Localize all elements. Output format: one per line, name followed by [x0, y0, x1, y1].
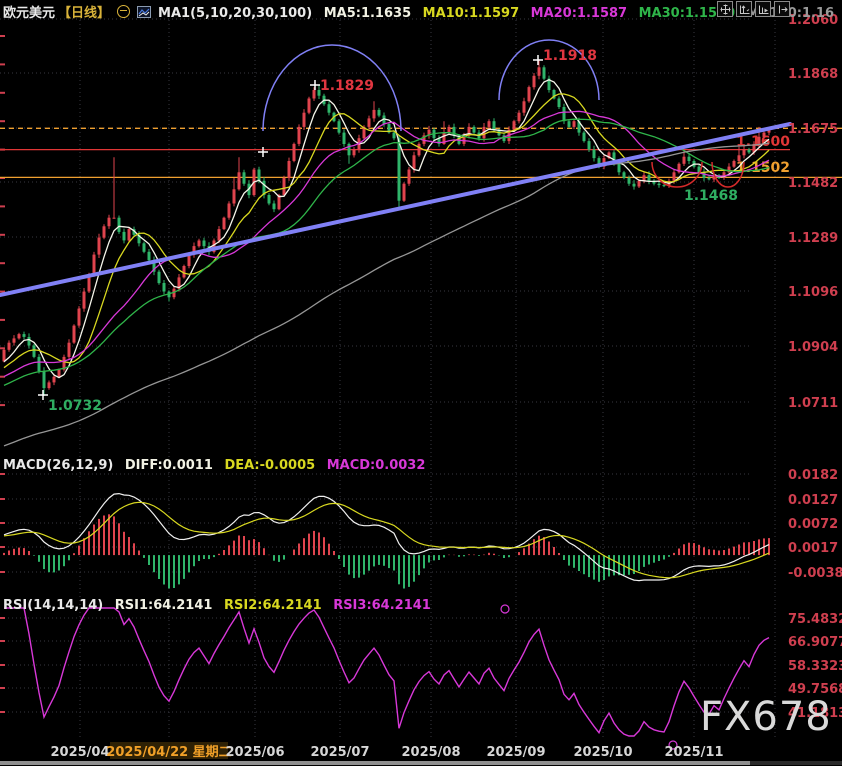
axis-play-right-icon[interactable] [755, 1, 771, 17]
macd-diff-value: DIFF:0.0011 [125, 458, 213, 473]
rsi-panel [4, 608, 769, 736]
svg-text:66.9077: 66.9077 [788, 635, 842, 650]
macd-header: MACD(26,12,9) DIFF:0.0011 DEA:-0.0005 MA… [3, 458, 432, 473]
period-label[interactable]: 【日线】 [58, 6, 110, 21]
scrollbar-thumb[interactable] [0, 761, 750, 765]
fx678-watermark: FX678 [700, 694, 832, 740]
svg-text:2025/07: 2025/07 [310, 745, 369, 760]
svg-text:75.4832: 75.4832 [788, 612, 842, 627]
collapse-icon[interactable] [117, 5, 130, 18]
svg-text:2025/09: 2025/09 [486, 745, 545, 760]
shift-right-icon[interactable] [774, 1, 790, 17]
rsi1-value: RSI1:64.2141 [115, 598, 213, 613]
svg-text:2025/06: 2025/06 [225, 745, 284, 760]
svg-text:2025/08: 2025/08 [401, 745, 460, 760]
svg-text:1.1918: 1.1918 [543, 48, 597, 64]
symbol-name: 欧元美元 [3, 6, 55, 21]
svg-text:-0.0038: -0.0038 [788, 566, 842, 581]
drawing-tools-layer[interactable] [0, 40, 790, 749]
x-axis-labels: 2025/042025/04/22 星期二2025/06 2025/07 2025/… [50, 742, 723, 760]
svg-text:1.0904: 1.0904 [788, 340, 838, 355]
macd-panel [4, 494, 769, 589]
rsi3-value: RSI3:64.2141 [333, 598, 431, 613]
svg-text:1.1468: 1.1468 [684, 188, 738, 204]
svg-text:0.0017: 0.0017 [788, 541, 838, 556]
svg-text:0.0072: 0.0072 [788, 517, 838, 532]
macd-dea-value: DEA:-0.0005 [224, 458, 315, 473]
svg-text:2025/11: 2025/11 [664, 745, 723, 760]
chart-type-icon[interactable] [137, 6, 151, 22]
axis-zoom-up-icon[interactable] [736, 1, 752, 17]
drawing-anchor [501, 605, 509, 613]
rsi2-value: RSI2:64.2141 [224, 598, 322, 613]
horizontal-scrollbar [0, 761, 842, 765]
svg-text:0.0127: 0.0127 [788, 493, 838, 508]
svg-text:58.3323: 58.3323 [788, 659, 842, 674]
svg-text:1.1096: 1.1096 [788, 285, 838, 300]
svg-text:1.1289: 1.1289 [788, 231, 838, 246]
crosshair-move-icon[interactable] [717, 1, 733, 17]
ma20-value: MA20:1.1587 [531, 6, 627, 21]
chart-window: 1.16001.15021.18291.19181.07321.14681.20… [0, 0, 842, 766]
svg-text:2025/04/22 星期二: 2025/04/22 星期二 [106, 745, 231, 760]
macd-title: MACD(26,12,9) [3, 458, 113, 473]
svg-text:2025/10: 2025/10 [573, 745, 632, 760]
svg-text:1.0732: 1.0732 [48, 398, 102, 414]
y-axis-labels: 1.20601.18681.16751.14821.12891.10961.09… [788, 13, 842, 721]
svg-text:0.0182: 0.0182 [788, 468, 838, 483]
svg-text:1.1675: 1.1675 [788, 122, 838, 137]
ma10-value: MA10:1.1597 [423, 6, 519, 21]
main-chart-header: 欧元美元【日线】 MA1(5,10,20,30,100) MA5:1.1635 M… [3, 2, 841, 22]
svg-text:2025/04: 2025/04 [50, 745, 109, 760]
svg-text:1.1829: 1.1829 [320, 78, 374, 94]
svg-text:1.1868: 1.1868 [788, 67, 838, 82]
svg-text:1.1482: 1.1482 [788, 176, 838, 191]
ma-group-label: MA1(5,10,20,30,100) [158, 6, 312, 21]
svg-text:1.0711: 1.0711 [788, 396, 838, 411]
price-annotations: 1.1829 1.1918 1.0732 1.1468 [48, 48, 738, 414]
price-chart-canvas[interactable]: 1.16001.15021.18291.19181.07321.14681.20… [0, 0, 842, 766]
rsi-title: RSI(14,14,14) [3, 598, 103, 613]
chart-toolbar [717, 1, 790, 17]
ma5-value: MA5:1.1635 [324, 6, 411, 21]
moving-averages-layer [4, 80, 769, 446]
grid-layer [0, 12, 775, 740]
rsi-header: RSI(14,14,14) RSI1:64.2141 RSI2:64.2141 … [3, 598, 438, 613]
macd-value: MACD:0.0032 [327, 458, 426, 473]
